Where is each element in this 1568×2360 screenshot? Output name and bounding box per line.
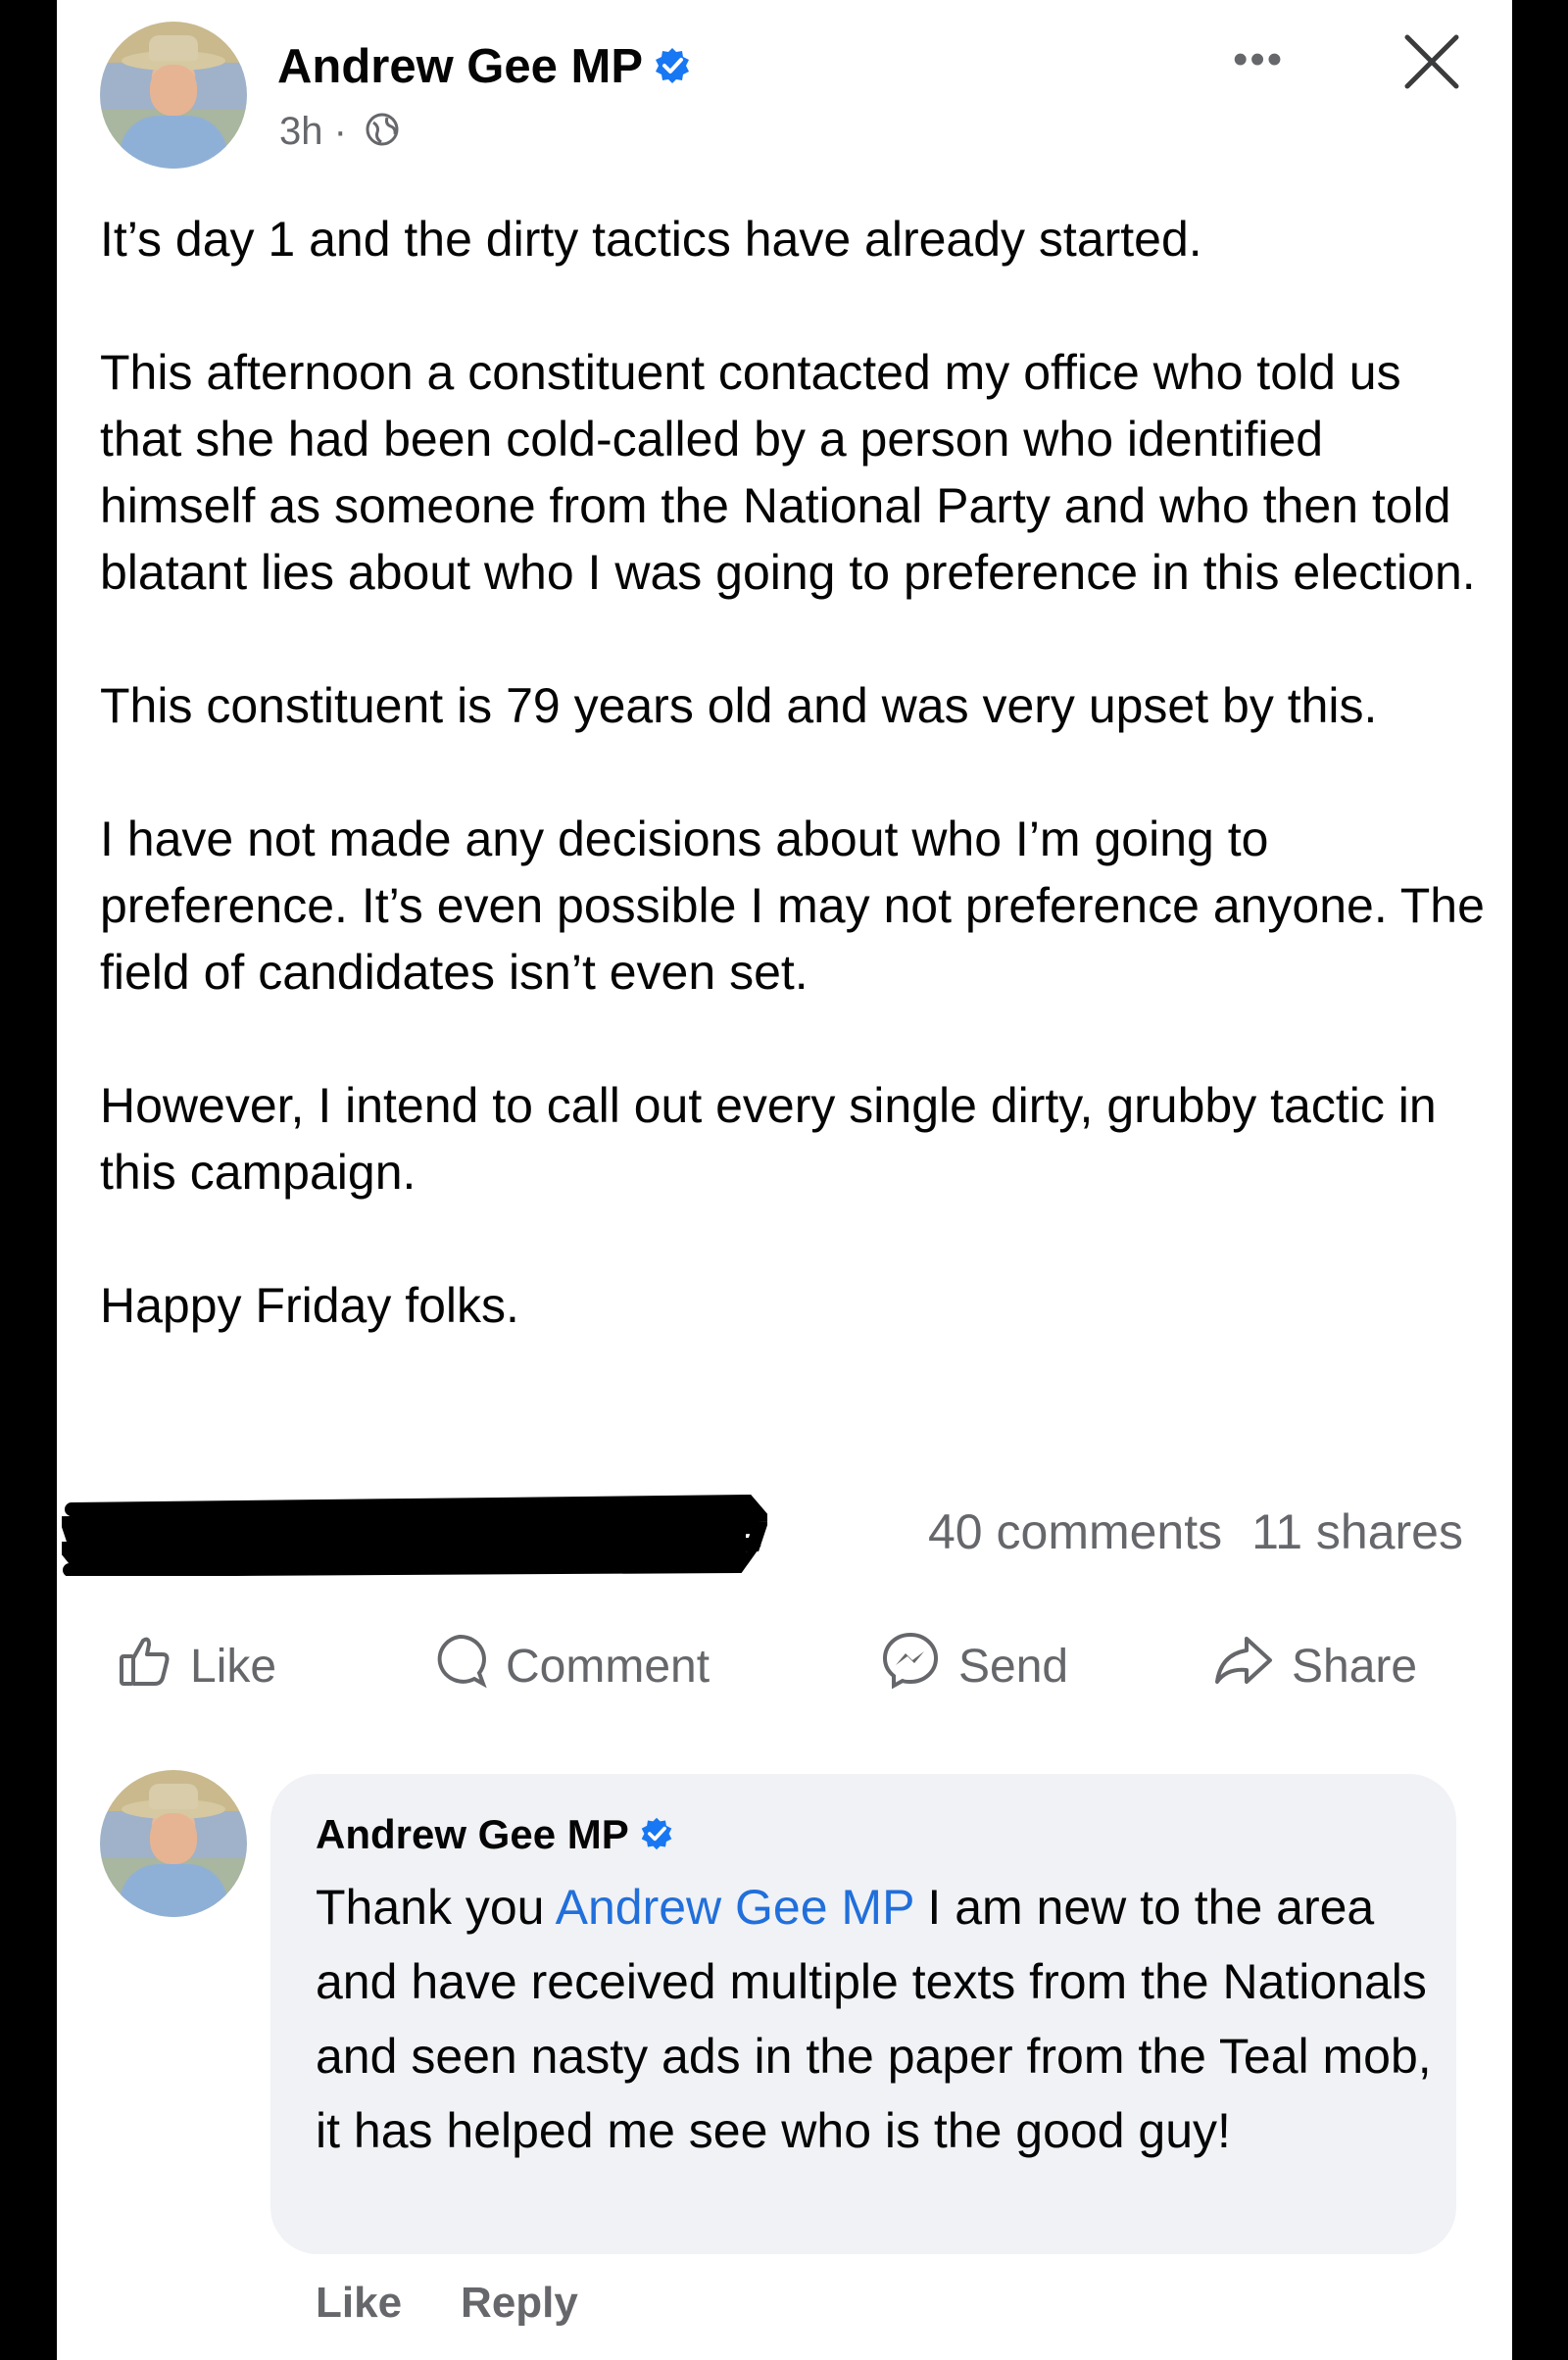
post-paragraph: However, I intend to call out every sing… [100,1078,1437,1200]
send-label: Send [958,1640,1069,1693]
comment-bubble-icon [431,1632,506,1700]
post-paragraph: This constituent is 79 years old and was… [100,678,1378,733]
post-paragraph: This afternoon a constituent contacted m… [100,345,1476,600]
author-name-text[interactable]: Andrew Gee MP [277,40,643,93]
more-options-icon[interactable]: ••• [1233,35,1284,84]
post-author-name[interactable]: Andrew Gee MP [277,39,692,97]
send-button[interactable]: Send [880,1622,1068,1710]
share-button[interactable]: Share [1213,1622,1417,1710]
like-button[interactable]: Like [118,1622,276,1710]
redacted-reactions [57,1488,775,1577]
comment-reply-button[interactable]: Reply [461,2279,578,2327]
comment-author[interactable]: Andrew Gee MP [316,1811,674,1861]
post-paragraph: It’s day 1 and the dirty tactics have al… [100,212,1202,267]
globe-icon [366,112,399,156]
comment-actions: Like Reply [316,2279,578,2328]
commenter-avatar[interactable] [100,1770,247,1917]
verified-badge-icon [653,42,692,97]
share-label: Share [1292,1640,1418,1693]
comment-like-button[interactable]: Like [316,2279,402,2327]
comment-label: Comment [506,1640,710,1693]
comment-text-before: Thank you [316,1880,556,1935]
post-paragraph: I have not made any decisions about who … [100,811,1485,1000]
comment-button[interactable]: Comment [431,1622,710,1710]
post-time[interactable]: 3h [279,110,323,153]
author-avatar[interactable] [100,22,247,169]
close-icon[interactable] [1399,29,1464,99]
messenger-icon [880,1630,958,1702]
post-action-bar: Like Comment Send Share [57,1622,1512,1710]
comment-mention-link[interactable]: Andrew Gee MP [556,1880,914,1935]
post-paragraph: Happy Friday folks. [100,1278,519,1333]
meta-separator: · [333,110,347,153]
thumbs-up-icon [118,1633,190,1699]
shares-count[interactable]: 11 shares [1251,1504,1463,1559]
like-label: Like [190,1640,277,1693]
post-card: Andrew Gee MP 3h · ••• It’s day 1 and th… [57,0,1512,2360]
comment-text: Thank you Andrew Gee MP I am new to the … [316,1870,1433,2168]
engagement-stats: 40 comments 11 shares [928,1503,1463,1560]
share-arrow-icon [1213,1633,1292,1699]
comment-author-name[interactable]: Andrew Gee MP [316,1811,629,1857]
post-body: It’s day 1 and the dirty tactics have al… [100,206,1492,1405]
verified-badge-icon [639,1814,674,1861]
post-meta: 3h · [279,110,399,156]
comments-count[interactable]: 40 comments [928,1504,1222,1559]
